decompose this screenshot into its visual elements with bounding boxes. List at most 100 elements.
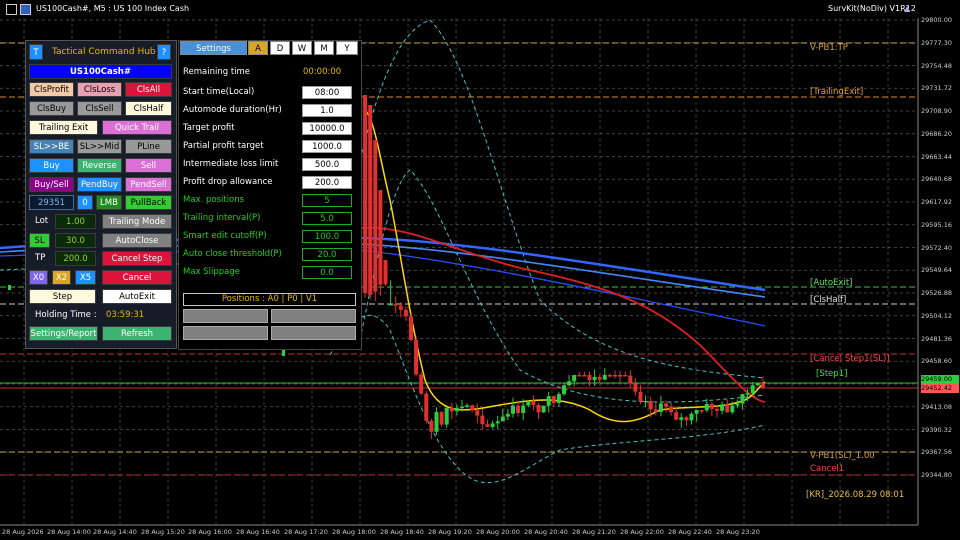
step-button[interactable]: Step [29,289,96,304]
time-tick-label: 28 Aug 16:00 [188,528,232,536]
position-slot-3[interactable] [183,326,268,340]
sl-be-button[interactable]: SL>>BE [29,139,74,154]
candle-body [449,407,454,412]
pullback-button[interactable]: PullBack [125,195,172,210]
trailing-exit-button[interactable]: Trailing Exit [29,120,98,135]
x5-button[interactable]: X5 [75,270,96,285]
candle-body [424,393,429,421]
cancel-step-button[interactable]: Cancel Step [102,251,172,266]
sl-toggle-button[interactable]: SL [29,233,50,248]
tab-y[interactable]: Y [336,41,358,55]
price-input[interactable]: 29351 [29,195,74,210]
price-tick-label: 29617.92 [921,198,953,206]
auto-close-button[interactable]: AutoClose [102,233,172,248]
candle-body [674,412,679,420]
cls-buy-button[interactable]: ClsBuy [29,101,74,116]
cls-half-button[interactable]: ClsHalf [125,101,172,116]
tab-m[interactable]: M [314,41,334,55]
price-tick-label: 29800.00 [921,16,953,24]
hub-toggle-button[interactable]: T [29,44,43,60]
hub-title: Tactical Command Hub [52,47,156,57]
auto-exit-button[interactable]: AutoExit [102,289,172,304]
remaining-time-label: Remaining time [183,67,251,77]
time-tick-label: 28 Aug 2026 [2,528,44,536]
chart-icon[interactable] [20,4,31,15]
price-tick-label: 29754.48 [921,61,953,70]
smart-edit-cutoff-input[interactable]: 100.0 [302,230,352,243]
automode-duration-input[interactable]: 1.0 [302,104,352,117]
tab-w[interactable]: W [292,41,312,55]
tp-input[interactable]: 200.0 [55,251,96,266]
candle-body [623,375,628,377]
partial-profit-input[interactable]: 1000.0 [302,140,352,153]
band-upper [359,19,766,379]
tab-a[interactable]: A [248,41,268,55]
x2-button[interactable]: X2 [52,270,71,285]
cancel-button[interactable]: Cancel [102,270,172,285]
tab-d[interactable]: D [270,41,290,55]
candle-body [709,404,714,409]
cls-all-button[interactable]: ClsAll [125,82,172,97]
pend-buy-button[interactable]: PendBuy [77,177,122,192]
profit-drop-input[interactable]: 200.0 [302,176,352,189]
count-button[interactable]: 0 [77,195,93,210]
candle-body [740,394,745,404]
trailing-interval-label: Trailing interval(P) [183,213,261,223]
cls-sell-button[interactable]: ClsSell [77,101,122,116]
symbol-label: US100Cash# [29,64,172,79]
lot-input[interactable]: 1.00 [55,214,96,229]
position-slot-2[interactable] [271,309,356,323]
candle-body [582,375,587,377]
cls-loss-button[interactable]: ClsLoss [77,82,122,97]
time-tick-label: 28 Aug 18:40 [380,528,424,536]
tab-settings[interactable]: Settings [180,41,247,55]
position-slot-1[interactable] [183,309,268,323]
buy-button[interactable]: Buy [29,158,74,173]
quick-trail-button[interactable]: Quick Trail [102,120,172,135]
max-positions-input[interactable]: 5 [302,194,352,207]
price-tick-label: 29504.12 [921,311,953,320]
auto-close-threshold-input[interactable]: 20.0 [302,248,352,261]
candle-body [653,409,658,412]
grid-icon[interactable] [6,4,17,15]
sl-input[interactable]: 30.0 [55,233,96,248]
reverse-button[interactable]: Reverse [77,158,122,173]
candle-body [725,404,730,413]
candle-body [490,423,495,427]
loss-limit-label: Intermediate loss limit [183,159,279,169]
candle-body [516,405,521,414]
price-tick-label: 29686.20 [921,129,953,138]
settings-report-button[interactable]: Settings/Report [29,326,98,341]
x0-button[interactable]: X0 [29,270,48,285]
candle-body [704,404,709,411]
candle-body [388,303,393,306]
max-slippage-input[interactable]: 0.0 [302,266,352,279]
pend-sell-button[interactable]: PendSell [125,177,172,192]
time-tick-label: 28 Aug 22:00 [620,528,664,536]
sell-button[interactable]: Sell [125,158,172,173]
auto-close-threshold-label: Auto close threshold(P) [183,249,282,259]
trailing-mode-button[interactable]: Trailing Mode [102,214,172,229]
loss-limit-input[interactable]: 500.0 [302,158,352,171]
candle-body [638,391,643,402]
max-positions-label: Max. positions [183,195,245,205]
candle-body [536,404,541,413]
cls-profit-button[interactable]: ClsProfit [29,82,74,97]
price-tick-label: 29367.56 [921,448,953,457]
refresh-button[interactable]: Refresh [102,326,172,341]
position-slot-4[interactable] [271,326,356,340]
help-button[interactable]: ? [157,44,171,60]
candle-body [602,375,607,380]
trailing-interval-input[interactable]: 5.0 [302,212,352,225]
pline-button[interactable]: PLine [125,139,172,154]
target-profit-input[interactable]: 10000.0 [302,122,352,135]
lmb-button[interactable]: LMB [96,195,122,210]
candle-body [720,404,725,411]
buy-sell-button[interactable]: Buy/Sell [29,177,74,192]
candle-body [633,383,638,392]
price-tick-label: 29640.68 [921,175,953,184]
start-time-input[interactable]: 08:00 [302,86,352,99]
candle-body [475,410,480,416]
sl-mid-button[interactable]: SL>>Mid [77,139,122,154]
candle-body [572,375,577,382]
